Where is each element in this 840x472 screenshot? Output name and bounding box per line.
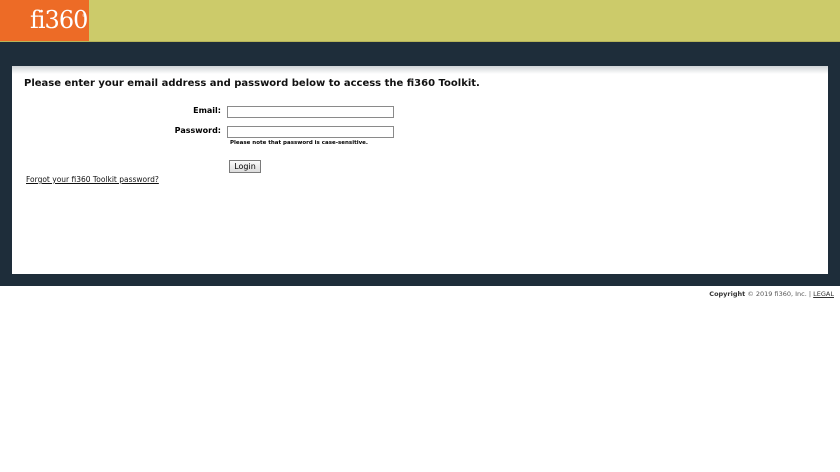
login-panel: Please enter your email address and pass… — [12, 66, 828, 274]
header-bar: fi360 ® — [0, 0, 840, 42]
logo-text: fi360 — [30, 6, 88, 34]
password-field[interactable] — [227, 126, 394, 138]
fi360-logo[interactable]: fi360 ® — [0, 0, 89, 42]
password-case-note: Please note that password is case-sensit… — [230, 140, 368, 146]
forgot-password-link[interactable]: Forgot your fi360 Toolkit password? — [26, 175, 159, 184]
copyright-text: © 2019 fi360, Inc. | — [747, 290, 812, 298]
logo-trademark: ® — [82, 13, 86, 18]
copyright-label: Copyright — [709, 290, 746, 298]
password-label: Password: — [174, 126, 221, 135]
email-label: Email: — [193, 106, 221, 115]
footer: Copyright © 2019 fi360, Inc. | LEGAL — [709, 290, 834, 298]
email-field[interactable] — [227, 106, 394, 118]
login-instructions: Please enter your email address and pass… — [24, 78, 480, 89]
panel-shadow — [12, 66, 828, 74]
legal-link[interactable]: LEGAL — [813, 290, 834, 298]
login-button[interactable]: Login — [229, 160, 261, 173]
